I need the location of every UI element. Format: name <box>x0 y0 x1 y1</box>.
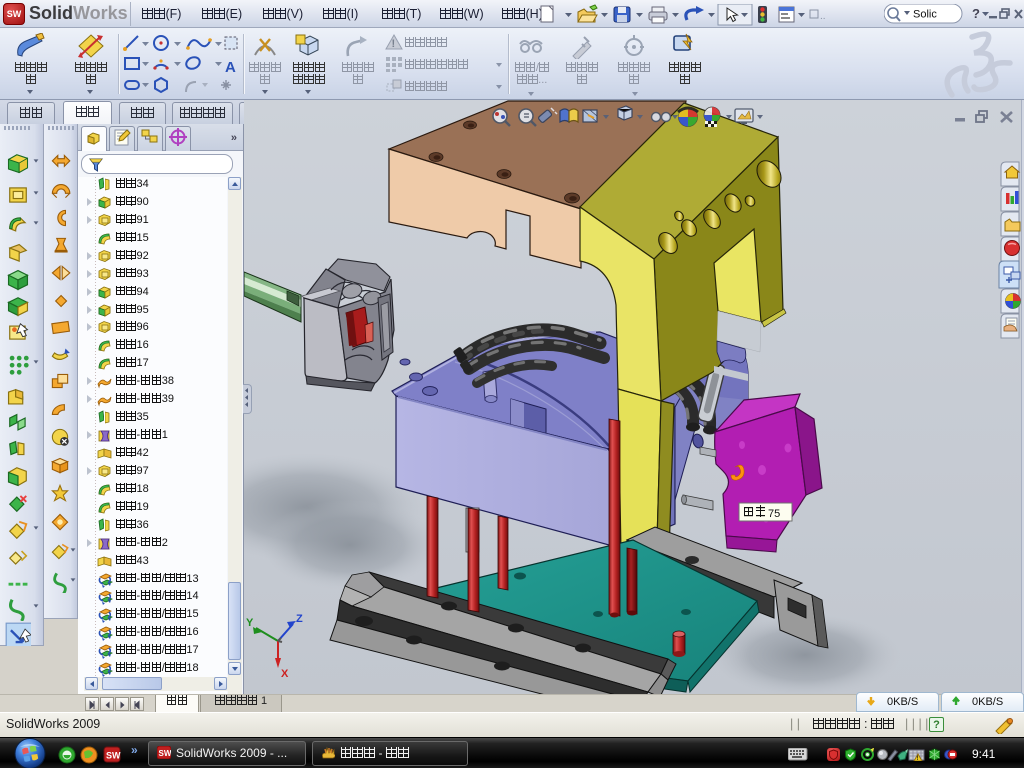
svg-text:SW: SW <box>106 751 121 761</box>
svg-text:»: » <box>131 744 138 757</box>
svg-text:Y: Y <box>246 617 254 629</box>
svg-text:!: ! <box>917 756 919 761</box>
svg-text:A: A <box>225 59 236 76</box>
svg-text:X: X <box>281 668 289 680</box>
svg-text:?: ? <box>972 6 980 21</box>
svg-text:SW: SW <box>159 749 172 758</box>
svg-text:75: 75 <box>768 508 780 520</box>
svg-text:!: ! <box>392 38 396 50</box>
svg-text:Z: Z <box>296 613 303 625</box>
svg-text:Solic: Solic <box>913 9 937 21</box>
svg-text:..: .. <box>820 11 826 22</box>
